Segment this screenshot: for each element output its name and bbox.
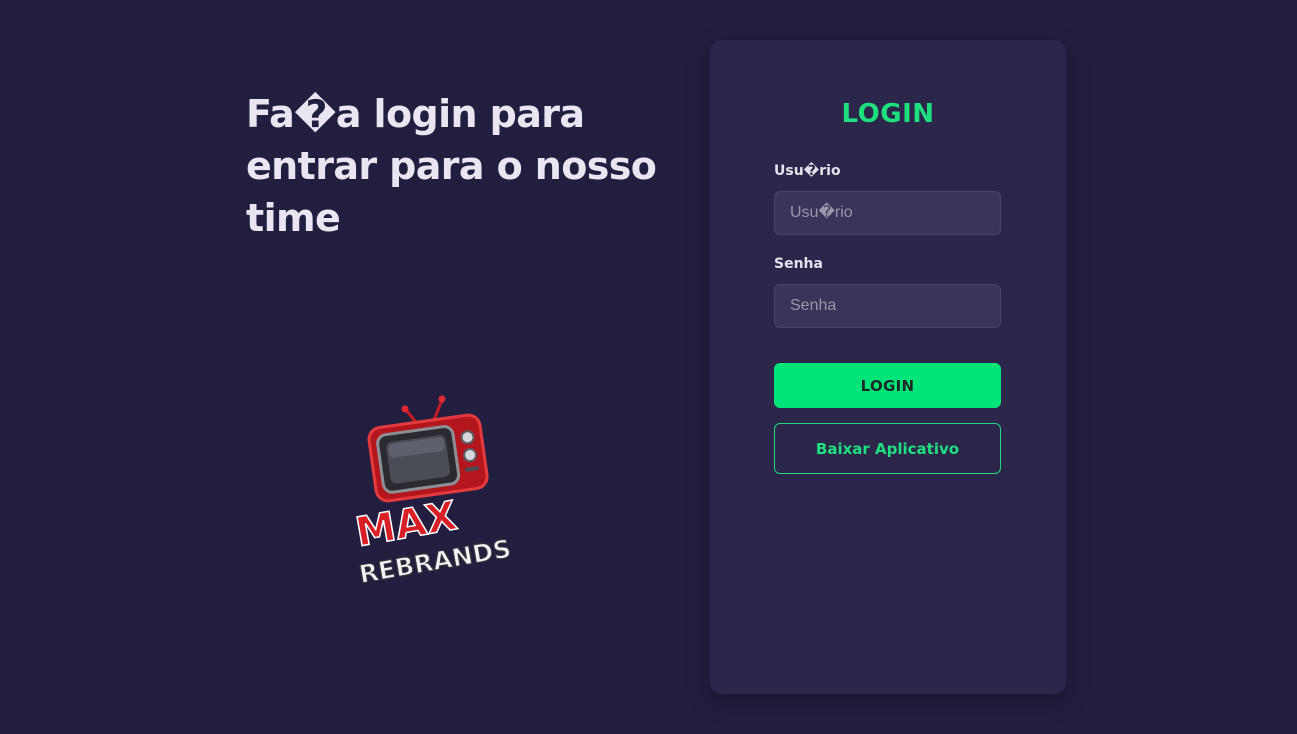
username-label: Usu�rio [774,163,841,179]
password-label: Senha [774,256,823,272]
download-app-button[interactable]: Baixar Aplicativo [774,423,1001,474]
max-rebrands-logo: MAX REBRANDS [350,392,526,592]
login-button[interactable]: LOGIN [774,363,1001,408]
login-title: LOGIN [841,99,935,129]
hero-title: Fa�a login para entrar para o nosso time [246,92,657,240]
username-input[interactable] [774,191,1001,235]
password-input[interactable] [774,284,1001,328]
tv-logo-graphic: MAX REBRANDS [352,395,514,590]
login-card: LOGIN Usu�rio Senha LOGIN Baixar Aplicat… [710,40,1066,694]
